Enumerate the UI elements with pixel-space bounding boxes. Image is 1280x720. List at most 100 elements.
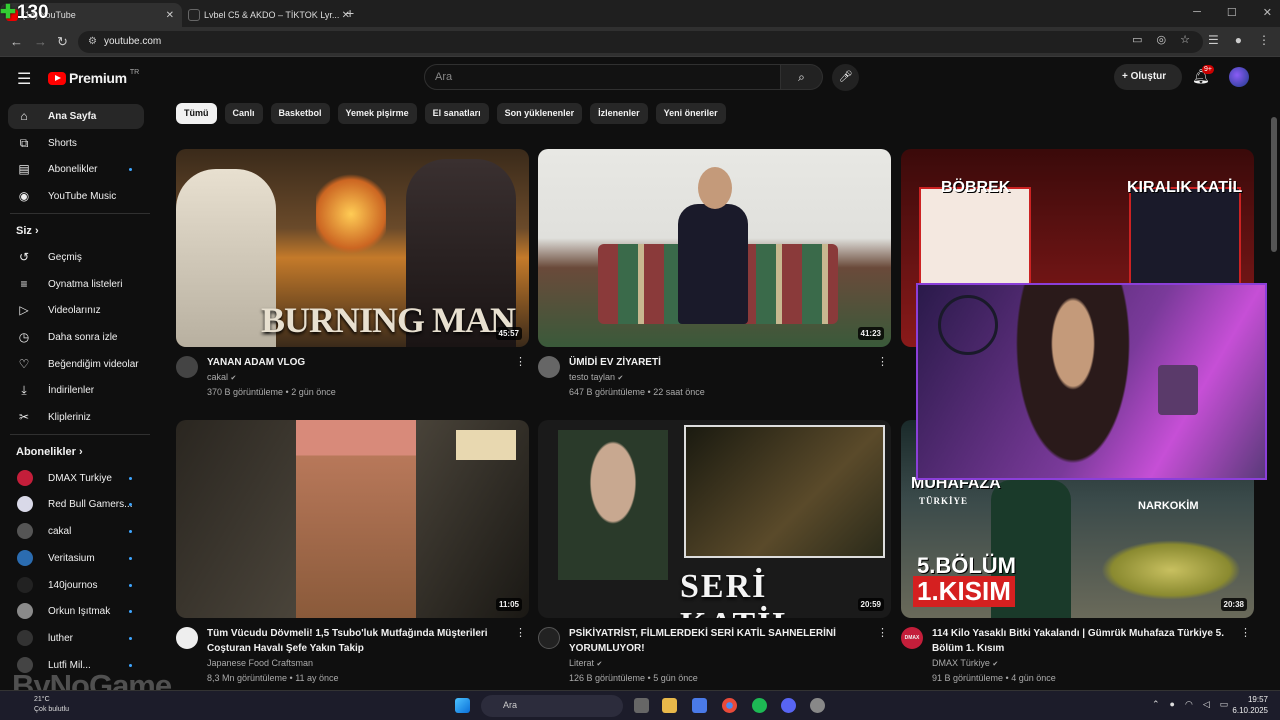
channel-avatar — [17, 629, 33, 646]
battery-icon[interactable]: ▭ — [1220, 699, 1229, 710]
more-options-icon[interactable]: ⋮ — [877, 355, 888, 368]
more-options-icon[interactable]: ⋮ — [1240, 626, 1251, 639]
video-title[interactable]: 114 Kilo Yasaklı Bitki Yakalandı | Gümrü… — [932, 626, 1232, 656]
url-field[interactable]: ⚙ youtube.com — [78, 31, 1203, 53]
sidebar-item[interactable]: ◷ Daha sonra izle — [8, 325, 144, 350]
video-title[interactable]: PSİKİYATRİST, FİLMLERDEKİ SERİ KATİL SAH… — [569, 626, 869, 656]
discord-icon[interactable] — [781, 698, 796, 713]
filter-chip[interactable]: Basketbol — [270, 103, 330, 124]
forward-icon[interactable]: → — [34, 34, 47, 49]
sidebar-item[interactable]: ↺ Geçmiş — [8, 245, 144, 270]
search-button[interactable]: ⌕ — [781, 64, 823, 90]
profile-icon[interactable]: ● — [1235, 33, 1242, 47]
reading-list-icon[interactable]: ☰ — [1208, 33, 1219, 47]
sidebar-item[interactable]: ▷ Videolarınız — [8, 298, 144, 323]
sidebar-item[interactable]: Orkun Işıtmak — [8, 599, 144, 624]
wifi-icon[interactable]: ◠ — [1185, 699, 1193, 710]
maximize-icon[interactable]: ☐ — [1227, 6, 1237, 19]
channel-avatar[interactable]: DMAX — [901, 627, 923, 649]
more-options-icon[interactable]: ⋮ — [515, 355, 526, 368]
video-title[interactable]: Tüm Vücudu Dövmeli! 1,5 Tsubo'luk Mutfağ… — [207, 626, 507, 656]
spotify-icon[interactable] — [752, 698, 767, 713]
channel-name[interactable]: DMAX Türkiye ✔ — [932, 656, 998, 672]
chevron-up-icon[interactable]: ⌃ — [1152, 699, 1160, 710]
sidebar-item[interactable]: cakal — [8, 519, 144, 544]
channel-avatar[interactable] — [176, 627, 198, 649]
store-icon[interactable] — [692, 698, 707, 713]
filter-chip[interactable]: Canlı — [224, 103, 263, 124]
volume-icon[interactable]: ◁ — [1203, 699, 1210, 710]
sidebar-item[interactable]: Veritasium — [8, 546, 144, 571]
sidebar-item[interactable]: ⌂ Ana Sayfa — [8, 104, 144, 129]
sidebar-item-label: Abonelikler — [48, 164, 98, 176]
minimize-icon[interactable]: ─ — [1193, 6, 1201, 19]
video-thumbnail[interactable]: 41:23 — [538, 149, 891, 347]
create-button[interactable]: + Oluştur — [1114, 64, 1182, 90]
close-tab-icon[interactable]: ✕ — [166, 10, 174, 21]
sidebar-item[interactable]: ⤓ İndirilenler — [8, 378, 144, 403]
filter-chip[interactable]: İzlenenler — [590, 103, 648, 124]
eye-off-icon[interactable]: ◎ — [1157, 33, 1167, 46]
menu-dots-icon[interactable]: ⋮ — [1258, 33, 1270, 47]
site-info-icon[interactable]: ⚙ — [88, 36, 97, 47]
channel-avatar[interactable] — [538, 627, 560, 649]
mic-tray-icon[interactable]: ● — [1170, 699, 1175, 710]
weather-temp: 21°C — [34, 696, 50, 703]
sidebar-item[interactable]: ◉ YouTube Music — [8, 184, 144, 209]
sidebar-item[interactable]: 140journos — [8, 573, 144, 598]
scrollbar[interactable] — [1271, 117, 1277, 252]
avatar[interactable] — [1229, 67, 1249, 87]
channel-avatar — [17, 576, 33, 593]
notifications-button[interactable]: 🔔︎ 9+ — [1192, 65, 1214, 85]
video-title[interactable]: YANAN ADAM VLOG — [207, 355, 507, 370]
youtube-play-icon — [48, 71, 66, 85]
sidebar-item[interactable]: Red Bull Gamers... — [8, 492, 144, 517]
duration-badge: 11:05 — [495, 598, 522, 611]
sidebar-item[interactable]: ⧉ Shorts — [8, 131, 144, 156]
sidebar-section-heading[interactable]: Siz › — [16, 225, 39, 237]
filter-chip[interactable]: Yeni öneriler — [655, 103, 726, 124]
reload-icon[interactable]: ↻ — [57, 34, 68, 50]
taskbar-search[interactable]: Ara — [481, 695, 623, 717]
file-explorer-icon[interactable] — [662, 698, 677, 713]
channel-avatar[interactable] — [538, 356, 560, 378]
sidebar-item[interactable]: ✂ Klipleriniz — [8, 405, 144, 430]
bookmark-star-icon[interactable]: ☆ — [1180, 33, 1190, 46]
more-options-icon[interactable]: ⋮ — [877, 626, 888, 639]
filter-chip[interactable]: El sanatları — [424, 103, 489, 124]
sidebar-item[interactable]: ♡ Beğendiğim videolar — [8, 352, 144, 377]
sidebar-item[interactable]: luther — [8, 626, 144, 651]
youtube-logo[interactable]: Premium TR — [48, 69, 139, 86]
tab-lyrics[interactable]: Lvbel C5 & AKDO – TİKTOK Lyr... ✕ — [182, 3, 358, 27]
filter-chip[interactable]: Tümü — [176, 103, 217, 124]
sidebar-item[interactable]: ▤ Abonelikler — [8, 157, 144, 182]
cast-icon[interactable]: ▭ — [1132, 33, 1142, 46]
app-icon[interactable] — [810, 698, 825, 713]
close-window-icon[interactable]: ✕ — [1263, 6, 1272, 19]
back-icon[interactable]: ← — [10, 34, 23, 49]
chrome-icon[interactable] — [722, 698, 737, 713]
windows-start-icon[interactable] — [455, 698, 470, 713]
video-thumbnail[interactable]: SERİ KATİL 20:59 — [538, 420, 891, 618]
channel-name[interactable]: Japanese Food Craftsman — [207, 656, 313, 671]
video-title[interactable]: ÜMİDİ EV ZİYARETİ — [569, 355, 869, 370]
task-view-icon[interactable] — [634, 698, 649, 713]
channel-avatar[interactable] — [176, 356, 198, 378]
search-input[interactable]: Ara — [424, 64, 781, 90]
new-tab-icon[interactable]: + — [346, 5, 354, 21]
video-thumbnail[interactable]: BURNING MAN 45:57 — [176, 149, 529, 347]
voice-search-button[interactable]: 🎤︎ — [832, 64, 859, 91]
sidebar-section-heading[interactable]: Abonelikler › — [16, 446, 83, 458]
filter-chip[interactable]: Son yüklenenler — [496, 103, 583, 124]
channel-name[interactable]: Literat ✔ — [569, 656, 602, 672]
hamburger-menu-icon[interactable]: ☰ — [17, 69, 31, 89]
filter-chip[interactable]: Yemek pişirme — [337, 103, 417, 124]
system-clock[interactable]: 19:57 6.10.2025 — [1232, 694, 1268, 716]
sidebar-item[interactable]: ≡ Oynatma listeleri — [8, 272, 144, 297]
sidebar-item[interactable]: DMAX Turkiye — [8, 466, 144, 491]
channel-name[interactable]: testo taylan ✔ — [569, 370, 623, 386]
channel-name[interactable]: cakal ✔ — [207, 370, 236, 386]
weather-widget[interactable]: 21°C Çok bulutlu — [34, 695, 69, 715]
video-thumbnail[interactable]: 11:05 — [176, 420, 529, 618]
more-options-icon[interactable]: ⋮ — [515, 626, 526, 639]
